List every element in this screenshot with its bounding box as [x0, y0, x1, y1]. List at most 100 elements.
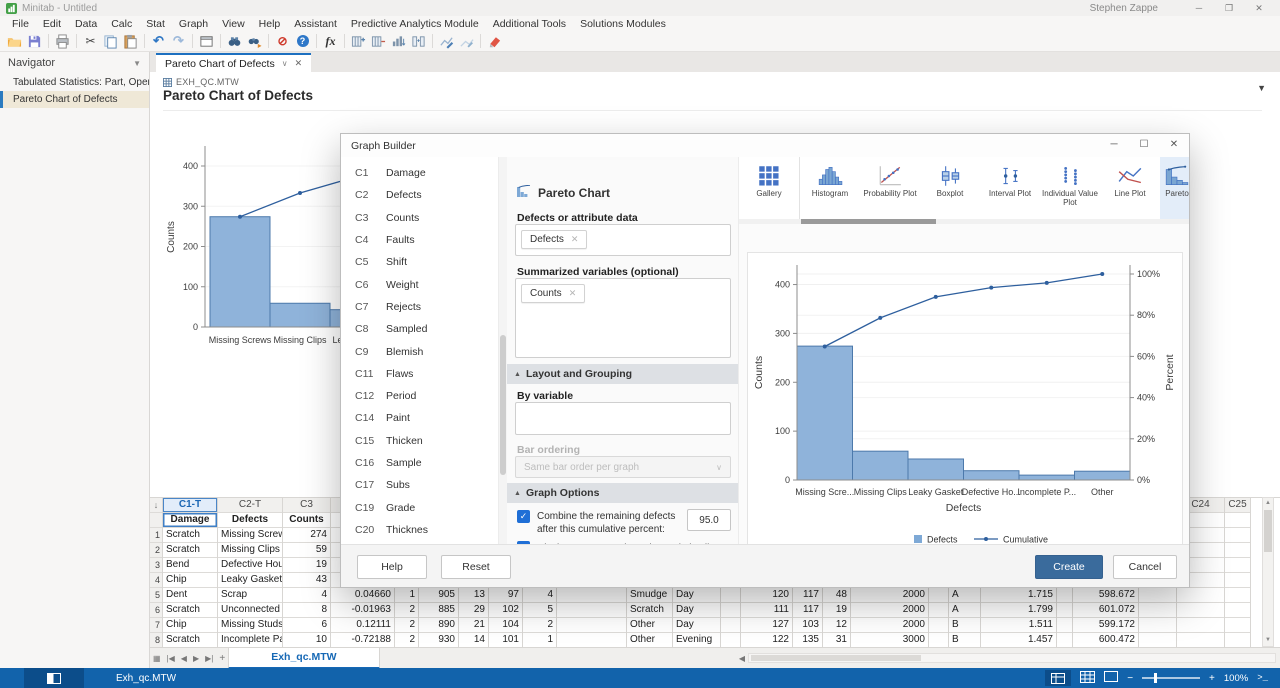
cell[interactable]: 2: [395, 633, 418, 648]
graph-options-section[interactable]: ▲ Graph Options: [507, 483, 738, 503]
cell[interactable]: [1225, 618, 1250, 633]
edit-graph-icon[interactable]: [437, 33, 456, 50]
copy-icon[interactable]: [101, 33, 120, 50]
cumulative-percent-input[interactable]: 95.0: [687, 509, 731, 531]
single-view-icon[interactable]: [1104, 671, 1118, 685]
cancel-button[interactable]: Cancel: [1113, 555, 1177, 579]
cell[interactable]: A: [949, 588, 980, 603]
zoom-slider-thumb[interactable]: [1154, 673, 1157, 683]
next-sheet-icon[interactable]: ▶: [190, 654, 202, 663]
undo-icon[interactable]: ↶: [149, 33, 168, 50]
last-sheet-icon[interactable]: ▶|: [202, 654, 216, 663]
cell[interactable]: 111: [741, 603, 792, 618]
cell[interactable]: 43: [283, 573, 330, 588]
cell[interactable]: 4: [523, 588, 556, 603]
cell[interactable]: [929, 603, 948, 618]
cell[interactable]: [1177, 618, 1224, 633]
cell[interactable]: Scratch: [163, 543, 217, 558]
cell[interactable]: 117: [793, 603, 822, 618]
tab-close-icon[interactable]: ✕: [295, 58, 303, 69]
dialog-title-bar[interactable]: Graph Builder: [341, 134, 1189, 157]
cell[interactable]: -0.01963: [331, 603, 394, 618]
cell[interactable]: [1225, 543, 1250, 558]
menu-edit[interactable]: Edit: [36, 18, 68, 30]
insert-column-icon[interactable]: [349, 33, 368, 50]
dialog-column-c2[interactable]: C2Defects: [341, 184, 498, 206]
cell[interactable]: [929, 633, 948, 648]
cell[interactable]: 2000: [851, 603, 928, 618]
cell[interactable]: [1225, 603, 1250, 618]
cell[interactable]: Bend: [163, 558, 217, 573]
dialog-column-c12[interactable]: C12Period: [341, 385, 498, 407]
cell[interactable]: 1: [395, 588, 418, 603]
dialog-column-c9[interactable]: C9Blemish: [341, 340, 498, 362]
scrollbar-thumb[interactable]: [1264, 510, 1272, 552]
cell[interactable]: [1057, 603, 1072, 618]
column-name-cell[interactable]: Defects: [218, 513, 282, 528]
column-header-c3[interactable]: C3: [283, 498, 330, 513]
cell[interactable]: [1057, 588, 1072, 603]
cell[interactable]: Scratch: [163, 528, 217, 543]
cell[interactable]: [1177, 603, 1224, 618]
cell[interactable]: 122: [741, 633, 792, 648]
dialog-column-c4[interactable]: C4Faults: [341, 229, 498, 251]
dialog-column-c1[interactable]: C1Damage: [341, 162, 498, 184]
cell[interactable]: Missing Clips: [218, 543, 282, 558]
cell[interactable]: 97: [489, 588, 522, 603]
menu-view[interactable]: View: [215, 18, 252, 30]
prev-sheet-icon[interactable]: ◀: [178, 654, 190, 663]
paste-icon[interactable]: [121, 33, 140, 50]
split-view-icon[interactable]: [1080, 671, 1095, 686]
cell[interactable]: [721, 603, 740, 618]
dialog-panel-scrollbar[interactable]: [499, 157, 507, 544]
cell[interactable]: 2: [395, 603, 418, 618]
cut-icon[interactable]: ✂: [81, 33, 100, 50]
gallery-item-histogram[interactable]: Histogram: [800, 157, 860, 219]
cell[interactable]: [1057, 633, 1072, 648]
cell[interactable]: Day: [673, 603, 720, 618]
dialog-column-c8[interactable]: C8Sampled: [341, 318, 498, 340]
cell[interactable]: 117: [793, 588, 822, 603]
cell[interactable]: 59: [283, 543, 330, 558]
navigator-header[interactable]: Navigator ▼: [0, 52, 149, 74]
cell[interactable]: 31: [823, 633, 850, 648]
cell[interactable]: [557, 633, 626, 648]
cell[interactable]: [1139, 588, 1176, 603]
cell[interactable]: 5: [523, 603, 556, 618]
menu-help[interactable]: Help: [252, 18, 288, 30]
by-variable-field[interactable]: [515, 402, 731, 435]
cell[interactable]: A: [949, 603, 980, 618]
cell[interactable]: [721, 588, 740, 603]
sort-column-icon[interactable]: [389, 33, 408, 50]
dialog-column-c11[interactable]: C11Flaws: [341, 363, 498, 385]
navigator-item-0[interactable]: Tabulated Statistics: Part, Operator: [0, 74, 149, 91]
cell[interactable]: B: [949, 618, 980, 633]
cell[interactable]: Incomplete Part: [218, 633, 282, 648]
combine-defects-checkbox[interactable]: ✓: [517, 510, 530, 523]
save-icon[interactable]: [25, 33, 44, 50]
worksheet-horizontal-scrollbar[interactable]: [748, 653, 1276, 663]
dialog-column-c14[interactable]: C14Paint: [341, 407, 498, 429]
cell[interactable]: [929, 588, 948, 603]
cell[interactable]: Missing Screws: [218, 528, 282, 543]
menu-file[interactable]: File: [5, 18, 36, 30]
dialog-maximize-icon[interactable]: ☐: [1129, 134, 1159, 156]
dialog-column-c6[interactable]: C6Weight: [341, 273, 498, 295]
cell[interactable]: Leaky Gasket: [218, 573, 282, 588]
zoom-out-icon[interactable]: −: [1127, 673, 1133, 684]
gallery-item-boxplot[interactable]: Boxplot: [920, 157, 980, 219]
gallery-item-individual-value-plot[interactable]: Individual Value Plot: [1040, 157, 1100, 219]
tab-dropdown-icon[interactable]: ∨: [282, 59, 288, 68]
worksheet-list-icon[interactable]: ▦: [150, 654, 164, 663]
signed-in-user[interactable]: Stephen Zappe: [1090, 3, 1158, 14]
cell[interactable]: [1225, 558, 1250, 573]
cell[interactable]: [1225, 573, 1250, 588]
annotate-graph-icon[interactable]: [457, 33, 476, 50]
summarized-variable-chip[interactable]: Counts ✕: [521, 284, 585, 303]
cell[interactable]: 12: [823, 618, 850, 633]
worksheet-view-icon[interactable]: [1045, 670, 1071, 686]
cell[interactable]: 135: [793, 633, 822, 648]
find-icon[interactable]: [225, 33, 244, 50]
row-number-6[interactable]: 6: [150, 603, 162, 618]
cell[interactable]: Chip: [163, 573, 217, 588]
